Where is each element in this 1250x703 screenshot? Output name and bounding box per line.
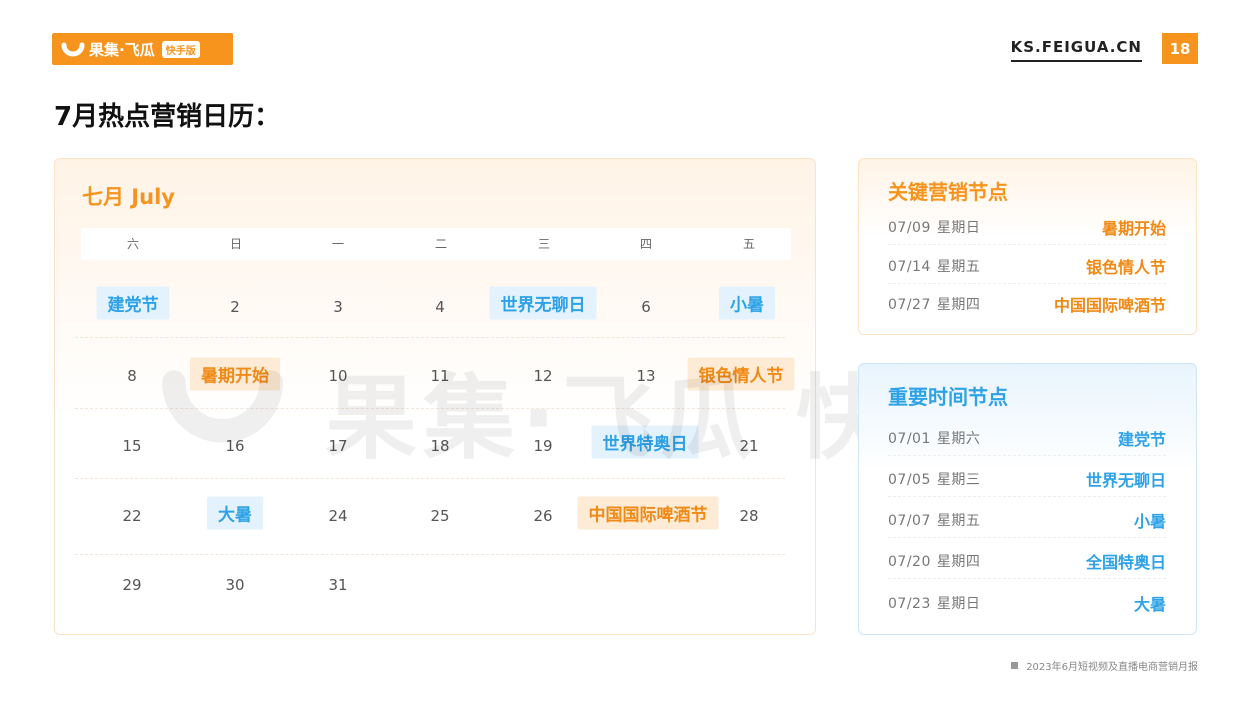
key-marketing-row[interactable]: 07/27 星期四 中国国际啤酒节 bbox=[888, 286, 1166, 322]
calendar-event-yinse[interactable]: 银色情人节 bbox=[687, 357, 795, 391]
brand-name: 果集·飞瓜 bbox=[89, 40, 155, 59]
calendar-day[interactable]: 24 bbox=[328, 507, 347, 525]
row-event: 银色情人节 bbox=[1085, 258, 1166, 277]
important-dates-title: 重要时间节点 bbox=[888, 385, 1008, 409]
row-date: 07/14 bbox=[888, 259, 931, 275]
weekday-label: 日 bbox=[229, 237, 243, 251]
calendar-day[interactable]: 12 bbox=[533, 367, 552, 385]
row-divider bbox=[888, 578, 1166, 579]
footer-text: 2023年6月短视频及直播电商营销月报 bbox=[1026, 662, 1198, 673]
row-date: 07/09 bbox=[888, 220, 931, 236]
calendar-day[interactable]: 17 bbox=[328, 437, 347, 455]
weekday-label: 六 bbox=[126, 237, 140, 251]
row-weekday: 星期日 bbox=[936, 220, 981, 236]
calendar-day[interactable]: 13 bbox=[636, 367, 655, 385]
calendar-event-jiandang[interactable]: 建党节 bbox=[96, 286, 170, 320]
row-event: 世界无聊日 bbox=[1085, 471, 1166, 490]
row-event: 全国特奥日 bbox=[1085, 553, 1166, 572]
calendar-title: 七月 July bbox=[82, 185, 175, 209]
page-number: 18 bbox=[1162, 33, 1198, 64]
calendar-day[interactable]: 2 bbox=[230, 298, 240, 316]
row-divider bbox=[888, 244, 1166, 245]
row-date: 07/23 bbox=[888, 596, 931, 612]
page-title: 7月热点营销日历： bbox=[54, 102, 281, 132]
important-date-row[interactable]: 07/05 星期三 世界无聊日 bbox=[888, 461, 1166, 497]
weekday-header: 六 日 一 二 三 四 五 bbox=[81, 228, 791, 260]
important-date-row[interactable]: 07/07 星期五 小暑 bbox=[888, 502, 1166, 538]
row-date: 07/27 bbox=[888, 297, 931, 313]
weekday-label: 四 bbox=[639, 237, 653, 251]
row-weekday: 星期四 bbox=[936, 297, 981, 313]
row-weekday: 星期四 bbox=[936, 554, 981, 570]
row-event: 中国国际啤酒节 bbox=[1053, 296, 1166, 315]
row-weekday: 星期五 bbox=[936, 259, 981, 275]
site-url[interactable]: KS.FEIGUA.CN bbox=[1010, 38, 1142, 62]
row-date: 07/05 bbox=[888, 472, 931, 488]
calendar-event-pijiu[interactable]: 中国国际啤酒节 bbox=[577, 496, 719, 530]
calendar-day[interactable]: 31 bbox=[328, 576, 347, 594]
important-dates-card: 重要时间节点 07/01 星期六 建党节 07/05 星期三 世界无聊日 07/07… bbox=[858, 363, 1197, 635]
row-divider bbox=[75, 408, 785, 409]
weekday-label: 五 bbox=[742, 237, 756, 251]
key-marketing-row[interactable]: 07/09 星期日 暑期开始 bbox=[888, 209, 1166, 245]
calendar-day[interactable]: 28 bbox=[739, 507, 758, 525]
calendar-day[interactable]: 8 bbox=[127, 367, 137, 385]
important-date-row[interactable]: 07/20 星期四 全国特奥日 bbox=[888, 543, 1166, 579]
calendar-day[interactable]: 3 bbox=[333, 298, 343, 316]
calendar-day[interactable]: 18 bbox=[430, 437, 449, 455]
important-date-row[interactable]: 07/23 星期日 大暑 bbox=[888, 585, 1166, 621]
row-divider bbox=[75, 478, 785, 479]
row-date: 07/01 bbox=[888, 431, 931, 447]
calendar-day[interactable]: 11 bbox=[430, 367, 449, 385]
row-event: 大暑 bbox=[1133, 595, 1166, 614]
row-date: 07/20 bbox=[888, 554, 931, 570]
row-date: 07/07 bbox=[888, 513, 931, 529]
row-divider bbox=[888, 283, 1166, 284]
calendar-day[interactable]: 30 bbox=[225, 576, 244, 594]
row-weekday: 星期日 bbox=[936, 596, 981, 612]
important-date-row[interactable]: 07/01 星期六 建党节 bbox=[888, 420, 1166, 456]
brand-mark-icon bbox=[61, 39, 85, 59]
row-event: 暑期开始 bbox=[1101, 219, 1166, 238]
key-marketing-card: 关键营销节点 07/09 星期日 暑期开始 07/14 星期五 银色情人节 07/2… bbox=[858, 158, 1197, 335]
calendar-day[interactable]: 29 bbox=[122, 576, 141, 594]
calendar-day[interactable]: 25 bbox=[430, 507, 449, 525]
brand-badge: 快手版 bbox=[161, 40, 200, 58]
row-weekday: 星期三 bbox=[936, 472, 981, 488]
calendar-day[interactable]: 22 bbox=[122, 507, 141, 525]
calendar-event-teao[interactable]: 世界特奥日 bbox=[591, 425, 699, 459]
calendar-day[interactable]: 19 bbox=[533, 437, 552, 455]
calendar-day[interactable]: 6 bbox=[641, 298, 651, 316]
calendar-event-wuliao[interactable]: 世界无聊日 bbox=[489, 286, 597, 320]
calendar-event-dashu[interactable]: 大暑 bbox=[207, 496, 263, 530]
row-event: 建党节 bbox=[1117, 430, 1166, 449]
footer: 2023年6月短视频及直播电商营销月报 bbox=[1011, 658, 1198, 673]
row-weekday: 星期五 bbox=[936, 513, 981, 529]
calendar-card: 七月 July 六 日 一 二 三 四 五 建党节 2 3 4 世界无聊日 6 … bbox=[54, 158, 816, 635]
row-divider bbox=[888, 496, 1166, 497]
calendar-day[interactable]: 10 bbox=[328, 367, 347, 385]
square-bullet-icon bbox=[1011, 662, 1019, 669]
row-divider bbox=[888, 455, 1166, 456]
row-divider bbox=[75, 337, 785, 338]
row-weekday: 星期六 bbox=[936, 431, 981, 447]
calendar-day[interactable]: 15 bbox=[122, 437, 141, 455]
weekday-label: 二 bbox=[434, 237, 448, 251]
row-divider bbox=[888, 537, 1166, 538]
calendar-event-shuqi[interactable]: 暑期开始 bbox=[190, 357, 280, 391]
calendar-event-xiaoshu[interactable]: 小暑 bbox=[719, 286, 775, 320]
weekday-label: 一 bbox=[331, 237, 345, 251]
row-event: 小暑 bbox=[1133, 512, 1166, 531]
row-divider bbox=[75, 554, 785, 555]
brand-logo: 果集·飞瓜 快手版 bbox=[52, 33, 233, 65]
calendar-day[interactable]: 4 bbox=[435, 298, 445, 316]
calendar-day[interactable]: 26 bbox=[533, 507, 552, 525]
calendar-day[interactable]: 21 bbox=[739, 437, 758, 455]
weekday-label: 三 bbox=[537, 237, 551, 251]
key-marketing-row[interactable]: 07/14 星期五 银色情人节 bbox=[888, 248, 1166, 284]
key-marketing-title: 关键营销节点 bbox=[888, 180, 1008, 204]
calendar-day[interactable]: 16 bbox=[225, 437, 244, 455]
